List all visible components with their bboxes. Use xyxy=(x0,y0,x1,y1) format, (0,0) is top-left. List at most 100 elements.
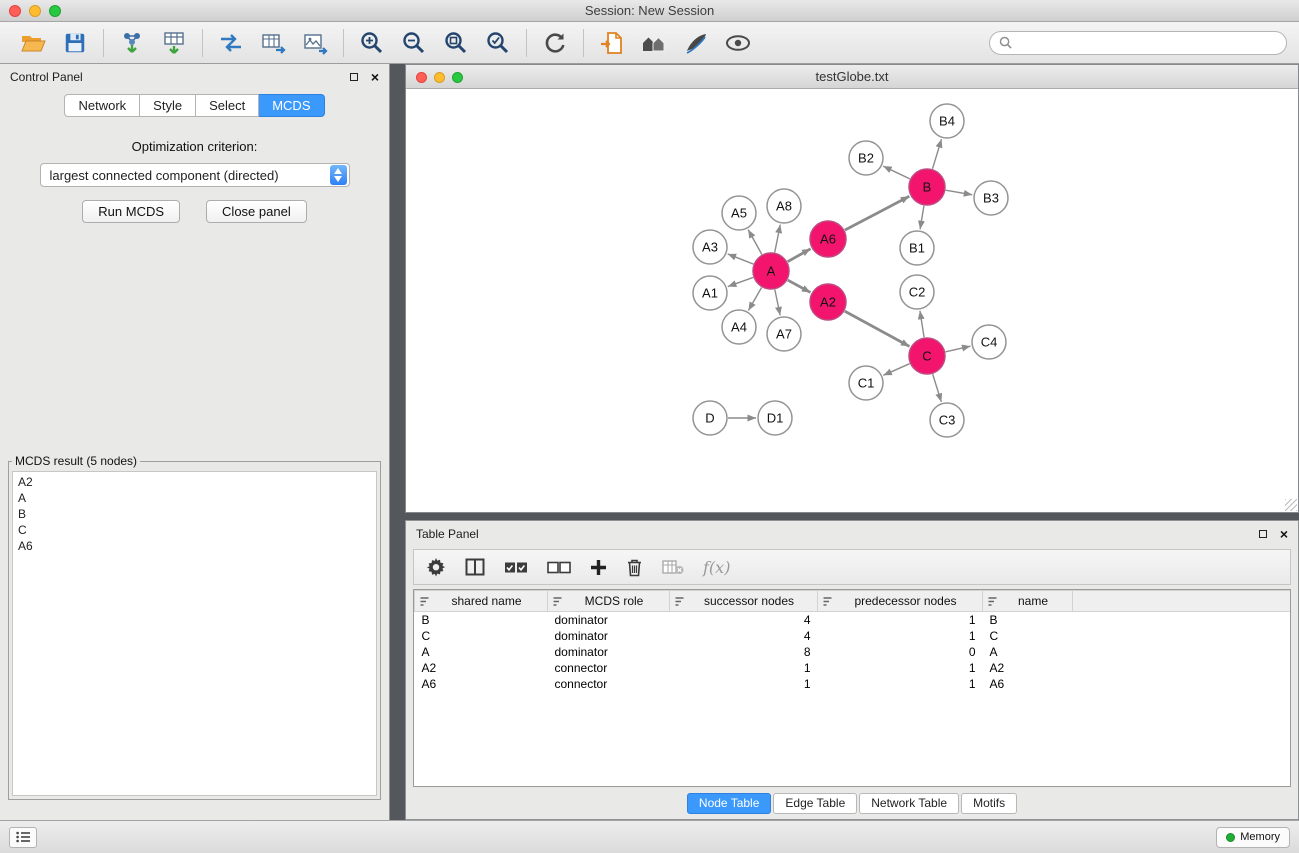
graph-edge[interactable] xyxy=(748,230,762,255)
graph-node[interactable]: C3 xyxy=(930,403,964,437)
zoom-out-button[interactable] xyxy=(393,26,435,60)
graph-node[interactable]: C4 xyxy=(972,325,1006,359)
graph-edge[interactable] xyxy=(946,190,973,195)
graph-edge[interactable] xyxy=(845,311,910,346)
column-header-mcds-role[interactable]: MCDS role xyxy=(548,591,670,612)
graph-edge[interactable] xyxy=(728,277,753,286)
optimization-dropdown[interactable]: largest connected component (directed) xyxy=(40,163,350,187)
mcds-result-list[interactable]: A2ABCA6 xyxy=(12,471,377,796)
graph-node[interactable]: A xyxy=(753,253,789,289)
task-history-button[interactable] xyxy=(9,827,37,848)
close-network-window-button[interactable] xyxy=(416,72,427,83)
graph-node[interactable]: C2 xyxy=(900,275,934,309)
minimize-window-button[interactable] xyxy=(29,5,41,17)
graph-node[interactable]: A6 xyxy=(810,221,846,257)
close-panel-button[interactable]: Close panel xyxy=(206,200,307,223)
close-table-panel-icon[interactable]: × xyxy=(1280,529,1288,539)
graph-edge[interactable] xyxy=(920,206,924,230)
maximize-network-window-button[interactable] xyxy=(452,72,463,83)
add-column-button[interactable] xyxy=(590,553,607,581)
delete-column-button[interactable] xyxy=(626,553,643,581)
memory-button[interactable]: Memory xyxy=(1216,827,1290,848)
graph-node[interactable]: A3 xyxy=(693,230,727,264)
graph-node[interactable]: D1 xyxy=(758,401,792,435)
graph-edge[interactable] xyxy=(748,287,761,310)
graph-edge[interactable] xyxy=(775,225,781,253)
graph-node[interactable]: A4 xyxy=(722,310,756,344)
graph-edge[interactable] xyxy=(933,139,942,169)
delete-table-button[interactable] xyxy=(662,553,684,581)
graph-node[interactable]: B3 xyxy=(974,181,1008,215)
column-header-shared-name[interactable]: shared name xyxy=(415,591,548,612)
column-header-successor-nodes[interactable]: successor nodes xyxy=(670,591,818,612)
search-box[interactable] xyxy=(989,31,1287,55)
tab-network[interactable]: Network xyxy=(64,94,140,117)
maximize-window-button[interactable] xyxy=(49,5,61,17)
show-columns-button[interactable] xyxy=(465,553,485,581)
minimize-network-window-button[interactable] xyxy=(434,72,445,83)
graph-edge[interactable] xyxy=(728,254,754,264)
column-header-name[interactable]: name xyxy=(983,591,1073,612)
graph-edge[interactable] xyxy=(920,311,924,337)
close-window-button[interactable] xyxy=(9,5,21,17)
table-row[interactable]: A6connector11A6 xyxy=(415,676,1291,692)
mcds-result-item[interactable]: A xyxy=(18,490,371,506)
zoom-selected-button[interactable] xyxy=(477,26,519,60)
home-button[interactable] xyxy=(633,26,675,60)
graph-node[interactable]: C xyxy=(909,338,945,374)
table-row[interactable]: A2connector11A2 xyxy=(415,660,1291,676)
tab-motifs[interactable]: Motifs xyxy=(961,793,1017,814)
graph-edge[interactable] xyxy=(788,280,811,292)
zoom-in-button[interactable] xyxy=(351,26,393,60)
new-document-button[interactable] xyxy=(591,26,633,60)
mcds-result-item[interactable]: A2 xyxy=(18,474,371,490)
float-table-panel-icon[interactable] xyxy=(1259,530,1267,538)
table-row[interactable]: Adominator80A xyxy=(415,644,1291,660)
open-file-button[interactable] xyxy=(12,26,54,60)
graph-node[interactable]: B xyxy=(909,169,945,205)
graph-node[interactable]: A2 xyxy=(810,284,846,320)
deselect-all-button[interactable] xyxy=(547,553,571,581)
graph-node[interactable]: B2 xyxy=(849,141,883,175)
graph-edge[interactable] xyxy=(845,196,909,230)
graph-node[interactable]: B1 xyxy=(900,231,934,265)
tab-mcds[interactable]: MCDS xyxy=(259,94,324,117)
graph-edge[interactable] xyxy=(788,249,811,262)
graph-node[interactable]: D xyxy=(693,401,727,435)
graph-edge[interactable] xyxy=(775,290,780,316)
graph-edge[interactable] xyxy=(946,346,971,352)
eye-button[interactable] xyxy=(717,26,759,60)
network-from-table-button[interactable] xyxy=(252,26,294,60)
table-row[interactable]: Bdominator41B xyxy=(415,612,1291,628)
graph-edge[interactable] xyxy=(933,374,942,402)
run-mcds-button[interactable]: Run MCDS xyxy=(82,200,180,223)
table-row[interactable]: Cdominator41C xyxy=(415,628,1291,644)
network-window-titlebar[interactable]: testGlobe.txt xyxy=(406,65,1298,89)
column-header-predecessor-nodes[interactable]: predecessor nodes xyxy=(818,591,983,612)
network-tools-button[interactable] xyxy=(210,26,252,60)
resize-grip[interactable] xyxy=(1285,499,1297,511)
graph-node[interactable]: C1 xyxy=(849,366,883,400)
select-all-button[interactable] xyxy=(504,553,528,581)
mcds-result-item[interactable]: A6 xyxy=(18,538,371,554)
graph-node[interactable]: A1 xyxy=(693,276,727,310)
tab-select[interactable]: Select xyxy=(196,94,259,117)
table-settings-button[interactable] xyxy=(426,553,446,581)
zoom-fit-button[interactable] xyxy=(435,26,477,60)
tab-node-table[interactable]: Node Table xyxy=(687,793,772,814)
graph-node[interactable]: A7 xyxy=(767,317,801,351)
tab-network-table[interactable]: Network Table xyxy=(859,793,959,814)
close-panel-icon[interactable]: × xyxy=(371,72,379,82)
import-table-from-file-button[interactable] xyxy=(153,26,195,60)
graph-edge[interactable] xyxy=(883,364,909,376)
mcds-result-item[interactable]: C xyxy=(18,522,371,538)
tab-edge-table[interactable]: Edge Table xyxy=(773,793,857,814)
graph-edge[interactable] xyxy=(883,166,910,179)
style-pen-button[interactable] xyxy=(675,26,717,60)
float-panel-icon[interactable] xyxy=(350,73,358,81)
mcds-result-item[interactable]: B xyxy=(18,506,371,522)
tab-style[interactable]: Style xyxy=(140,94,196,117)
save-session-button[interactable] xyxy=(54,26,96,60)
network-canvas-svg[interactable]: B4B2BB3A8A5A6A3B1AA1C2A2A4A7C4CC1C3DD1 xyxy=(406,89,1298,511)
graph-node[interactable]: B4 xyxy=(930,104,964,138)
